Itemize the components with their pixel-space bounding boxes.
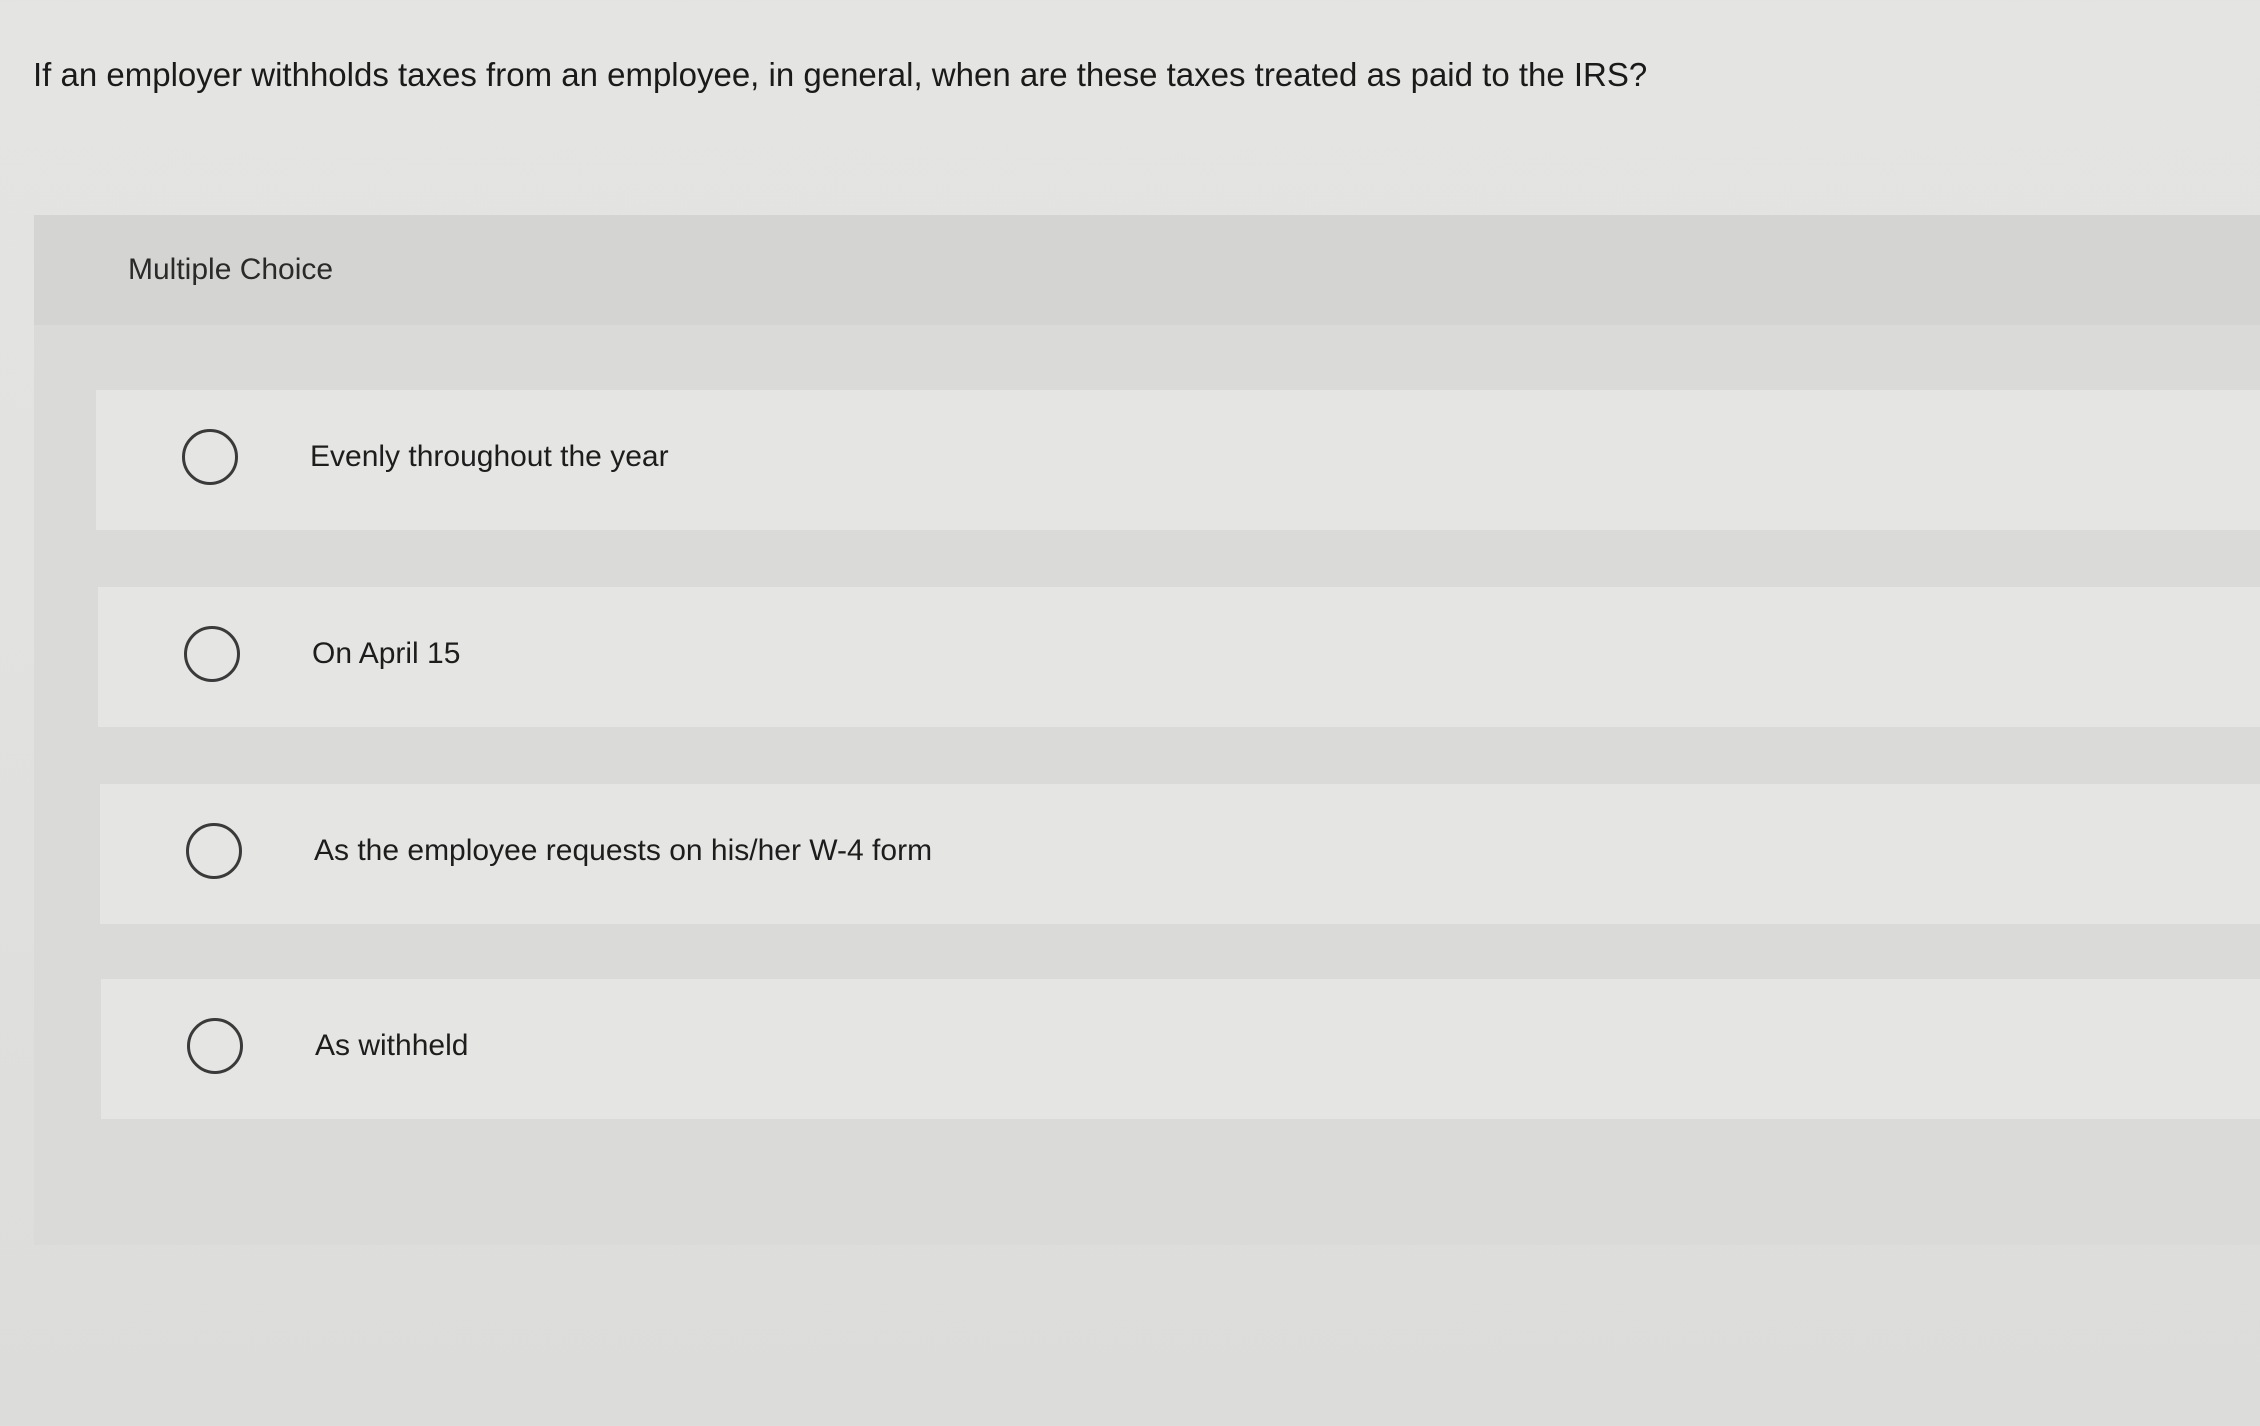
choice-option-3[interactable]: As the employee requests on his/her W-4 … [100, 784, 2260, 924]
multiple-choice-panel: Multiple Choice Evenly throughout the ye… [34, 215, 2260, 1245]
options-list: Evenly throughout the year On April 15 A… [34, 325, 2260, 1245]
choice-label[interactable]: Evenly throughout the year [310, 432, 669, 482]
question-text: If an employer withholds taxes from an e… [33, 56, 1648, 93]
radio-button-icon[interactable] [182, 429, 238, 485]
multiple-choice-header: Multiple Choice [34, 215, 2260, 325]
choice-option-2[interactable]: On April 15 [98, 587, 2260, 727]
multiple-choice-label: Multiple Choice [128, 253, 334, 286]
choice-label[interactable]: On April 15 [312, 629, 460, 679]
choice-option-4[interactable]: As withheld [101, 979, 2260, 1119]
radio-button-icon[interactable] [186, 823, 242, 879]
choice-label[interactable]: As the employee requests on his/her W-4 … [314, 826, 932, 876]
radio-button-icon[interactable] [184, 626, 240, 682]
radio-button-icon[interactable] [187, 1018, 243, 1074]
choice-option-1[interactable]: Evenly throughout the year [96, 390, 2260, 530]
choice-label[interactable]: As withheld [315, 1021, 468, 1071]
